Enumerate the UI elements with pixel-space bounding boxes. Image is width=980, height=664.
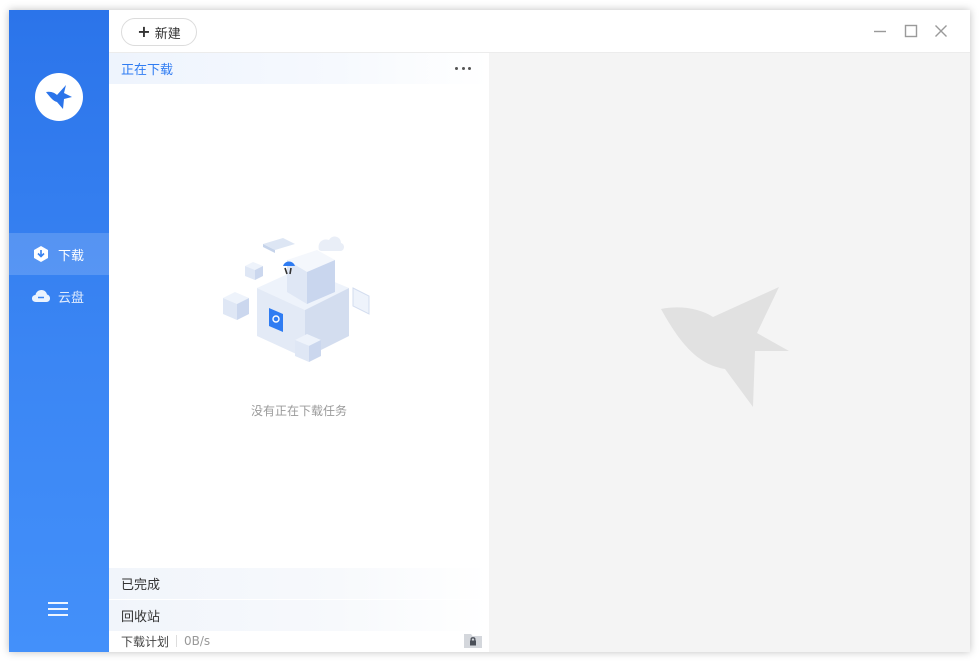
- new-task-label: 新建: [154, 26, 181, 42]
- plus-icon: +: [137, 22, 151, 41]
- cloud-icon: [31, 286, 51, 306]
- minimize-icon[interactable]: [871, 22, 889, 40]
- maximize-icon[interactable]: [902, 22, 920, 40]
- section-recycle-label: 回收站: [121, 610, 161, 625]
- new-task-button[interactable]: + 新建: [121, 18, 197, 46]
- menu-icon[interactable]: [48, 602, 68, 618]
- sidebar-item-label: 下载: [58, 248, 85, 264]
- detail-panel: [489, 53, 970, 652]
- empty-illustration: [223, 236, 370, 362]
- download-panel: 正在下载 没有正在下载任务 已完成 回收站 下载计划 0B/s: [109, 53, 489, 652]
- status-bar: 下载计划 0B/s: [109, 630, 489, 652]
- hummingbird-watermark-icon: [661, 287, 789, 407]
- more-icon[interactable]: [455, 62, 471, 74]
- app-window: 下载 云盘 + 新建 正在下载 没有正在下载任务 已完成 回收站 下载计划 0B…: [9, 10, 970, 652]
- section-downloading-label: 正在下载: [121, 63, 174, 78]
- section-recycle-bin[interactable]: 回收站: [109, 600, 489, 631]
- section-downloading[interactable]: 正在下载: [109, 53, 489, 84]
- sidebar: 下载 云盘: [9, 10, 109, 652]
- speed-readout: 0B/s: [184, 634, 211, 648]
- private-space-lock-icon[interactable]: [463, 631, 483, 649]
- sidebar-item-label: 云盘: [58, 290, 85, 306]
- sidebar-item-cloud[interactable]: 云盘: [9, 275, 109, 317]
- hummingbird-logo-icon: [46, 85, 72, 109]
- section-completed-label: 已完成: [121, 578, 161, 593]
- sidebar-item-download[interactable]: 下载: [9, 233, 109, 275]
- toolbar: + 新建: [109, 10, 970, 53]
- divider: [176, 635, 178, 647]
- empty-message: 没有正在下载任务: [250, 404, 347, 418]
- close-icon[interactable]: [932, 22, 950, 40]
- section-completed[interactable]: 已完成: [109, 568, 489, 599]
- app-logo: [35, 73, 83, 121]
- download-plan-link[interactable]: 下载计划: [121, 633, 169, 650]
- download-icon: [31, 244, 51, 264]
